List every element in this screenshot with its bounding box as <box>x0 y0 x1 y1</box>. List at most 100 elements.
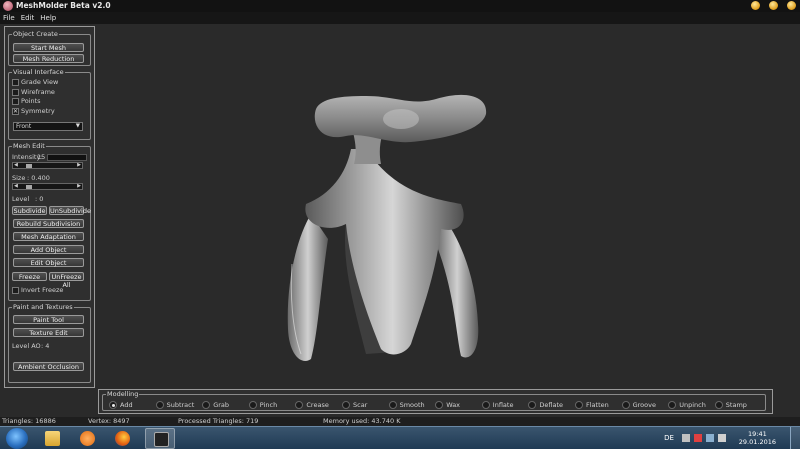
mode-radio-pinch[interactable]: Pinch <box>248 401 278 409</box>
start-mesh-button[interactable]: Start Mesh <box>13 43 84 52</box>
subdivide-button[interactable]: Subdivide <box>12 206 47 215</box>
symmetry-label: Symmetry <box>21 107 55 115</box>
window-controls <box>751 1 796 10</box>
radio-button[interactable] <box>109 401 117 409</box>
checkbox-box[interactable] <box>12 286 19 294</box>
checkbox-box[interactable] <box>12 97 19 105</box>
window-title: MeshMolder Beta v2.0 <box>16 1 111 10</box>
volume-icon[interactable] <box>718 434 726 442</box>
radio-button[interactable] <box>481 401 490 409</box>
slider-left-icon[interactable]: ◀ <box>14 183 18 189</box>
tray-arrow-icon[interactable] <box>682 434 690 442</box>
intensity-slider[interactable]: ◀ ▶ <box>12 162 83 169</box>
media-player-icon <box>80 431 95 446</box>
grade-view-label: Grade View <box>21 78 59 86</box>
radio-button[interactable] <box>435 401 444 409</box>
grade-view-checkbox[interactable]: Grade View <box>12 78 58 86</box>
ambient-occlusion-button[interactable]: Ambient Occlusion <box>13 362 84 371</box>
status-bar: Triangles: 16886 Vertex: 8497 Processed … <box>0 417 800 426</box>
taskbar-explorer[interactable] <box>37 428 67 449</box>
radio-button[interactable] <box>621 401 630 409</box>
points-checkbox[interactable]: Points <box>12 97 41 105</box>
radio-button[interactable] <box>155 401 164 409</box>
taskbar-firefox[interactable] <box>107 428 137 449</box>
meshmolder-icon <box>154 432 169 447</box>
unfreeze-all-button[interactable]: UnFreeze All <box>49 272 84 289</box>
mesh-reduction-button[interactable]: Mesh Reduction <box>13 54 84 63</box>
invert-freeze-checkbox[interactable]: Invert Freeze <box>12 286 63 294</box>
slider-thumb[interactable] <box>26 164 32 168</box>
mesh-adaptation-button[interactable]: Mesh Adaptation <box>13 232 84 241</box>
maximize-icon[interactable] <box>769 1 778 10</box>
radio-button[interactable] <box>342 401 350 409</box>
radio-button[interactable] <box>528 401 537 409</box>
network-icon[interactable] <box>706 434 714 442</box>
clock[interactable]: 19:41 29.01.2016 <box>739 430 776 446</box>
radio-button[interactable] <box>388 401 397 409</box>
mode-radio-wax[interactable]: Wax <box>435 401 460 409</box>
mode-radio-unpinch[interactable]: Unpinch <box>668 401 706 409</box>
slider-thumb[interactable] <box>26 185 32 189</box>
mode-radio-deflate[interactable]: Deflate <box>528 401 563 409</box>
texture-edit-button[interactable]: Texture Edit <box>13 328 84 337</box>
radio-button[interactable] <box>202 401 211 409</box>
slider-right-icon[interactable]: ▶ <box>77 183 81 189</box>
system-tray: DE 19:41 29.01.2016 <box>600 427 800 449</box>
mode-radio-add[interactable]: Add <box>109 401 133 409</box>
taskbar: DE 19:41 29.01.2016 <box>0 426 800 449</box>
checkbox-box[interactable]: ✕ <box>12 107 19 115</box>
menu-help[interactable]: Help <box>40 14 56 22</box>
size-slider[interactable]: ◀ ▶ <box>12 183 83 190</box>
minimize-icon[interactable] <box>751 1 760 10</box>
mode-radio-stamp[interactable]: Stamp <box>714 401 747 409</box>
object-create-title: Object Create <box>13 30 58 38</box>
slider-right-icon[interactable]: ▶ <box>77 162 81 168</box>
show-desktop-button[interactable] <box>790 427 800 449</box>
mode-radio-flatten[interactable]: Flatten <box>575 401 609 409</box>
taskbar-media-player[interactable] <box>72 428 102 449</box>
clock-time: 19:41 <box>748 430 767 438</box>
mode-label: Pinch <box>259 401 278 409</box>
menu-file[interactable]: File <box>3 14 15 22</box>
modelling-title: Modelling <box>107 390 139 398</box>
mode-radio-groove[interactable]: Groove <box>621 401 656 409</box>
intensity-value: 15 <box>37 153 46 161</box>
unsubdivide-button[interactable]: UnSubdivide <box>49 206 91 215</box>
freeze-button[interactable]: Freeze <box>12 272 47 281</box>
mode-label: Subtract <box>166 401 195 409</box>
vertex-count: Vertex: 8497 <box>88 417 130 425</box>
3d-viewport[interactable] <box>96 24 800 388</box>
mode-radio-crease[interactable]: Crease <box>295 401 329 409</box>
action-center-icon[interactable] <box>694 434 702 442</box>
mesh-edit-title: Mesh Edit <box>13 142 45 150</box>
start-menu-icon[interactable] <box>6 428 28 449</box>
mode-label: Unpinch <box>679 401 706 409</box>
close-icon[interactable] <box>787 1 796 10</box>
checkbox-box[interactable] <box>12 78 19 86</box>
language-indicator[interactable]: DE <box>664 434 674 442</box>
view-select[interactable]: Front ▼ <box>13 122 83 131</box>
checkbox-box[interactable] <box>12 88 19 96</box>
paint-tool-button[interactable]: Paint Tool <box>13 315 84 324</box>
mode-radio-inflate[interactable]: Inflate <box>481 401 513 409</box>
wireframe-checkbox[interactable]: Wireframe <box>12 88 55 96</box>
intensity-field[interactable] <box>47 154 87 161</box>
symmetry-checkbox[interactable]: ✕ Symmetry <box>12 107 55 115</box>
mode-radio-scar[interactable]: Scar <box>342 401 367 409</box>
radio-button[interactable] <box>714 401 723 409</box>
rebuild-subdivision-button[interactable]: Rebuild Subdivision <box>13 219 84 228</box>
edit-object-button[interactable]: Edit Object <box>13 258 84 267</box>
add-object-button[interactable]: Add Object <box>13 245 84 254</box>
radio-button[interactable] <box>295 401 304 409</box>
radio-button[interactable] <box>248 401 257 409</box>
taskbar-meshmolder[interactable] <box>145 428 175 449</box>
mode-radio-smooth[interactable]: Smooth <box>388 401 425 409</box>
mode-radio-grab[interactable]: Grab <box>202 401 229 409</box>
clock-date: 29.01.2016 <box>738 438 776 446</box>
radio-button[interactable] <box>668 401 677 409</box>
slider-left-icon[interactable]: ◀ <box>14 162 18 168</box>
radio-button[interactable] <box>575 401 583 409</box>
menu-edit[interactable]: Edit <box>21 14 35 22</box>
mode-radio-subtract[interactable]: Subtract <box>155 401 195 409</box>
modelling-toolbar: Modelling Add Subtract Grab Pinch Crease Scar… <box>98 389 773 414</box>
